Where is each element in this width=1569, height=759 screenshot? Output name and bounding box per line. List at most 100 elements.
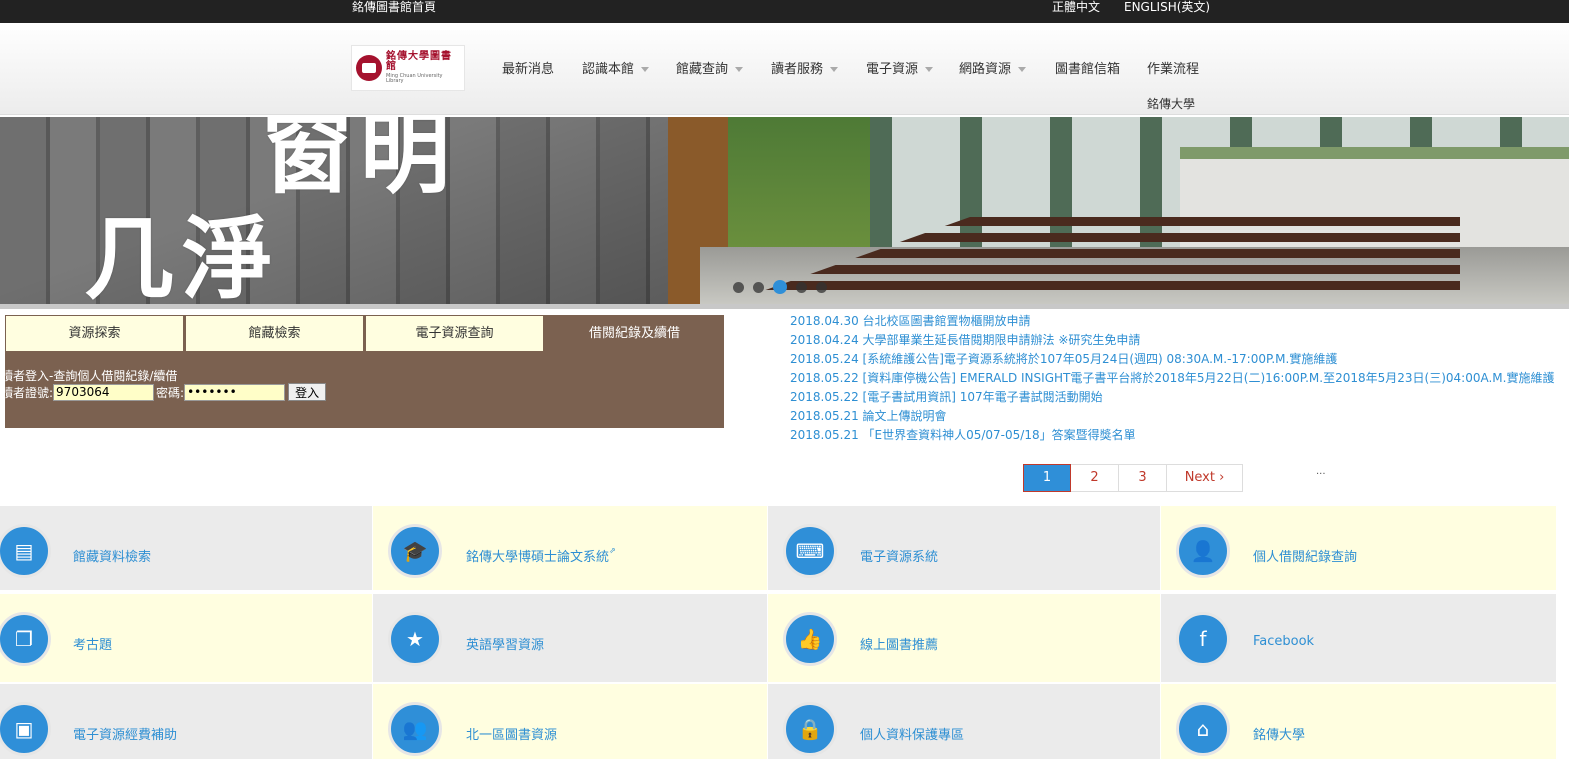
page-3[interactable]: 3: [1119, 464, 1167, 492]
search-tab-2[interactable]: 館藏檢索: [185, 315, 364, 352]
quick-link-tile[interactable]: 👤 個人借閱紀錄查詢: [1161, 506, 1556, 590]
chevron-down-icon: [830, 67, 839, 72]
site-header: 銘傳大學圖書館 Ming Chuan University Library 最新…: [0, 23, 1569, 115]
quick-link-label: 考古題: [73, 638, 113, 653]
account-field[interactable]: [53, 383, 155, 401]
quick-link-tile[interactable]: 🎓 銘傳大學博碩士論文系統⇗: [373, 506, 767, 590]
search-tab-1[interactable]: 資源探索: [5, 315, 184, 352]
quick-link-label: Facebook: [1253, 634, 1315, 649]
nav-item-4[interactable]: 讀者服務: [771, 58, 839, 77]
user-icon: 👤: [1176, 524, 1230, 578]
carousel-dot-5[interactable]: [816, 281, 827, 293]
nav-item-2[interactable]: 認識本館: [582, 58, 650, 77]
quick-link-label: 個人資料保護專區: [860, 728, 965, 743]
news-item[interactable]: 2018.05.24 [系統維護公告]電子資源系統將於107年05月24日(週四…: [790, 350, 1490, 369]
logo-seal-icon: [356, 55, 382, 81]
news-item[interactable]: 2018.04.24 大學部畢業生延長借閱期限申請辦法 ※研究生免申請: [790, 331, 1490, 350]
quick-link-label: 個人借閱紀錄查詢: [1253, 550, 1358, 565]
pager-ellipsis: ...: [1316, 466, 1326, 477]
carousel-dot-3[interactable]: [773, 280, 787, 294]
quick-link-tile[interactable]: f Facebook: [1161, 594, 1556, 682]
logo-title: 銘傳大學圖書館: [386, 51, 452, 72]
page-2[interactable]: 2: [1071, 464, 1119, 492]
book-icon: ▤: [0, 524, 51, 578]
nav-item-7[interactable]: 圖書館信箱: [1055, 58, 1120, 77]
keyboard-icon: ⌨: [783, 524, 837, 578]
quick-link-label: 英語學習資源: [466, 638, 545, 653]
quick-link-tile[interactable]: 🔒 個人資料保護專區: [768, 684, 1160, 759]
lang-traditional-chinese[interactable]: 正體中文: [1052, 0, 1100, 14]
banner-divider: [0, 304, 1569, 309]
star-icon: ★: [388, 612, 442, 666]
quick-link-tile[interactable]: 👍 線上圖書推薦: [768, 594, 1160, 682]
library-home-link[interactable]: 銘傳圖書館首頁: [352, 0, 436, 14]
carousel-dot-2[interactable]: [753, 281, 764, 293]
page-1[interactable]: 1: [1023, 464, 1071, 492]
nav-item-8[interactable]: 作業流程: [1147, 58, 1199, 77]
nav-item-label: 作業流程: [1147, 62, 1200, 77]
logo-subtitle: Ming Chuan University Library: [386, 73, 443, 84]
lock-icon: 🔒: [783, 702, 837, 756]
quick-link-label: 北一區圖書資源: [466, 728, 558, 743]
nav-item-label: 認識本館: [582, 62, 635, 77]
quick-link-tile[interactable]: 👥 北一區圖書資源: [373, 684, 767, 759]
news-item[interactable]: 2018.05.21 「E世界查資料神人05/07-05/18」答案暨得獎名單: [790, 426, 1490, 445]
next-page-button[interactable]: Next ›: [1167, 464, 1243, 492]
nav-item-label: 館藏查詢: [676, 62, 729, 77]
money-icon: ▣: [0, 702, 51, 756]
quick-link-label: 線上圖書推薦: [860, 638, 939, 653]
login-button[interactable]: 登入: [288, 383, 327, 401]
nav-item-label: 讀者服務: [771, 62, 824, 77]
nav-item-3[interactable]: 館藏查詢: [676, 58, 744, 77]
nav-item-label: 電子資源: [866, 62, 919, 77]
nav-item-label: 網路資源: [959, 62, 1012, 77]
top-bar: 銘傳圖書館首頁 正體中文 ENGLISH(英文): [0, 0, 1569, 23]
news-pagination: 1 2 3 Next ›: [1023, 464, 1243, 492]
external-link-icon: ⇗: [609, 546, 616, 555]
nav-item-mcu[interactable]: 銘傳大學: [1147, 95, 1195, 112]
quick-link-label: 電子資源經費補助: [73, 728, 178, 743]
quick-link-tile[interactable]: ▤ 館藏資料檢索: [0, 506, 372, 590]
chevron-down-icon: [641, 67, 650, 72]
quick-link-label: 銘傳大學: [1253, 728, 1306, 743]
account-label: 讀者證號:: [1, 385, 54, 400]
news-item[interactable]: 2018.05.21 論文上傳說明會: [790, 407, 1490, 426]
carousel-dot-1[interactable]: [733, 281, 744, 293]
users-icon: 👥: [388, 702, 442, 756]
nav-item-label: 最新消息: [502, 62, 555, 77]
news-item[interactable]: 2018.05.22 [電子書試用資訊] 107年電子書試閱活動開始: [790, 388, 1490, 407]
chevron-down-icon: [1018, 67, 1027, 72]
nav-item-1[interactable]: 最新消息: [502, 58, 554, 77]
nav-item-5[interactable]: 電子資源: [866, 58, 934, 77]
carousel-dot-4[interactable]: [796, 281, 807, 293]
chevron-down-icon: [735, 67, 744, 72]
search-tab-3[interactable]: 電子資源查詢: [365, 315, 544, 352]
home-icon: ⌂: [1176, 702, 1230, 756]
quick-link-tile[interactable]: ⌂ 銘傳大學: [1161, 684, 1556, 759]
nav-item-label: 圖書館信箱: [1055, 62, 1121, 77]
banner-text-line2: 几淨: [84, 207, 280, 305]
news-item[interactable]: 2018.05.22 [資料庫停機公告] EMERALD INSIGHT電子書平…: [790, 369, 1554, 388]
quick-link-tile[interactable]: ★ 英語學習資源: [373, 594, 767, 682]
news-item[interactable]: 2018.04.30 台北校區圖書館置物櫃開放申請: [790, 312, 1490, 331]
quick-link-tile[interactable]: ⌨ 電子資源系統: [768, 506, 1160, 590]
search-panel: 資源探索 館藏檢索 電子資源查詢 借閱紀錄及續借 讀者登入-查詢個人借閱紀錄/續借 讀…: [1, 315, 724, 428]
password-field[interactable]: [184, 383, 286, 401]
quick-link-label: 銘傳大學博碩士論文系統⇗: [466, 546, 616, 565]
quick-link-tile[interactable]: ▣ 電子資源經費補助: [0, 684, 372, 759]
carousel-indicators: [733, 280, 827, 294]
lang-english[interactable]: ENGLISH(英文): [1124, 0, 1210, 14]
quick-link-label: 館藏資料檢索: [73, 550, 152, 565]
quick-link-label: 電子資源系統: [860, 550, 939, 565]
chevron-down-icon: [925, 67, 934, 72]
search-tab-4[interactable]: 借閱紀錄及續借: [545, 315, 724, 352]
library-logo[interactable]: 銘傳大學圖書館 Ming Chuan University Library: [351, 45, 465, 91]
nav-item-6[interactable]: 網路資源: [959, 58, 1027, 77]
banner-trees: [728, 117, 878, 247]
login-form: 讀者證號: 密碼: 登入: [1, 383, 327, 401]
banner-text-line1: 窗明: [262, 117, 458, 206]
news-list: 2018.04.30 台北校區圖書館置物櫃開放申請 2018.04.24 大學部畢…: [790, 312, 1554, 445]
quick-link-tile[interactable]: ❐ 考古題: [0, 594, 372, 682]
facebook-icon: f: [1176, 612, 1230, 666]
quick-links-grid: ▤ 館藏資料檢索 🎓 銘傳大學博碩士論文系統⇗ ⌨ 電子資源系統 👤 個人借閱紀錄查詢 ❐ 考古題…: [0, 506, 1569, 759]
